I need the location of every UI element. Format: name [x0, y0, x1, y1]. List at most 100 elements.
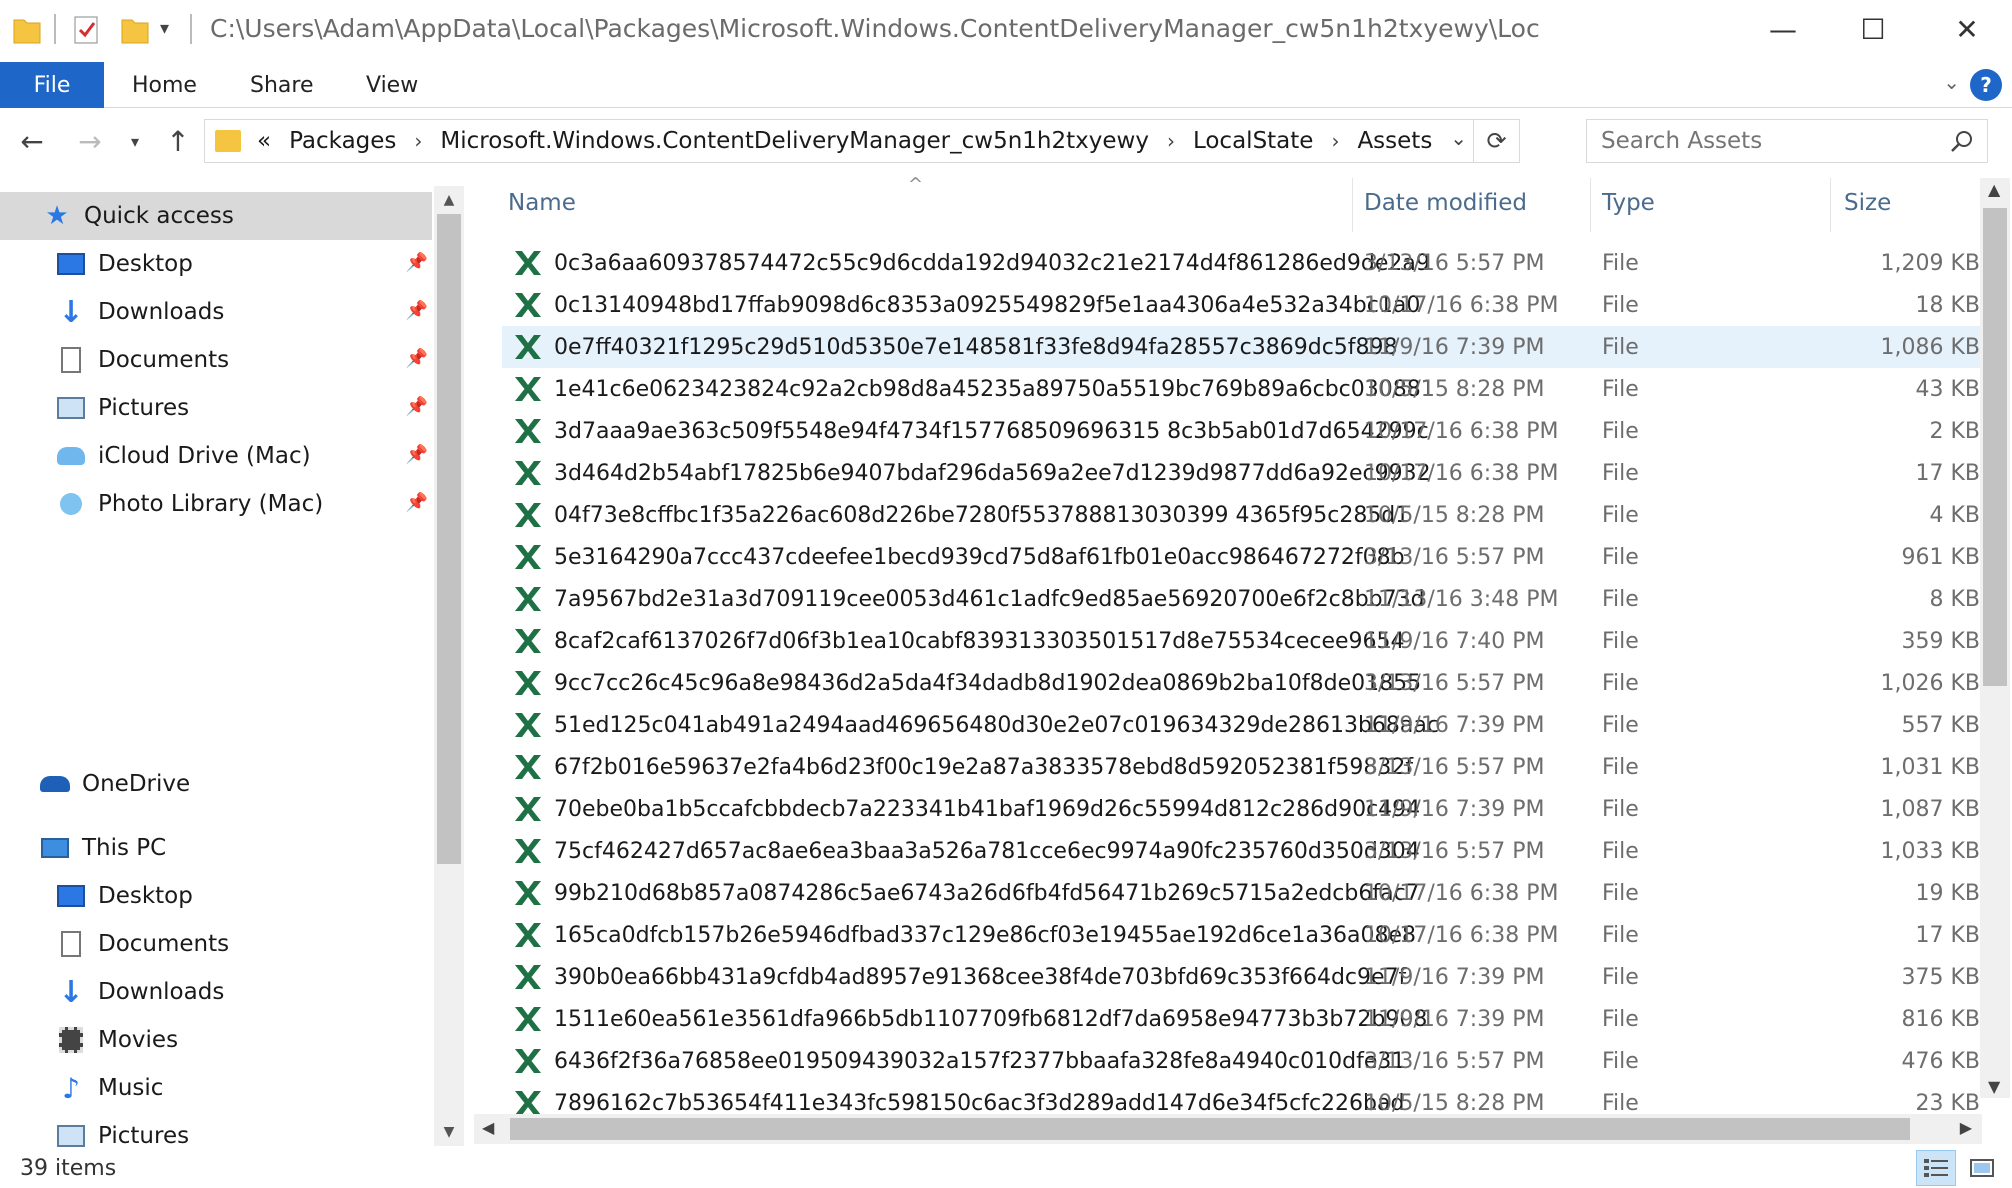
- tab-view[interactable]: View: [366, 62, 418, 108]
- scroll-down-icon[interactable]: ▼: [434, 1118, 464, 1146]
- sidebar-item-movies[interactable]: Movies: [0, 1016, 432, 1064]
- customize-toolbar-icon[interactable]: ▾: [160, 18, 169, 39]
- table-row[interactable]: 0c3a6aa609378574472c55c9d6cdda192d94032c…: [502, 242, 1980, 284]
- forward-button[interactable]: →: [70, 121, 110, 161]
- chevron-down-icon[interactable]: ⌄: [1450, 126, 1467, 150]
- file-date: 10/17/16 6:38 PM: [1364, 418, 1559, 444]
- chevron-right-icon[interactable]: ›: [414, 129, 422, 153]
- scroll-up-icon[interactable]: ▲: [434, 186, 464, 214]
- pin-icon[interactable]: 📌: [406, 396, 428, 417]
- breadcrumb-contentdelivery[interactable]: Microsoft.Windows.ContentDeliveryManager…: [440, 128, 1149, 154]
- breadcrumb-localstate[interactable]: LocalState: [1193, 128, 1314, 154]
- column-size[interactable]: Size: [1844, 190, 1891, 216]
- recent-locations-icon[interactable]: ▾: [122, 121, 148, 161]
- sidebar-item-icloud-drive[interactable]: iCloud Drive (Mac) 📌: [0, 432, 432, 480]
- table-row[interactable]: 390b0ea66bb431a9cfdb4ad8957e91368cee38f4…: [502, 956, 1980, 998]
- horizontal-scrollbar[interactable]: ◀ ▶: [474, 1114, 1982, 1144]
- sidebar-item-music[interactable]: ♪ Music: [0, 1064, 432, 1112]
- table-row[interactable]: 165ca0dfcb157b26e5946dfbad337c129e86cf03…: [502, 914, 1980, 956]
- scrollbar-thumb[interactable]: [510, 1118, 1910, 1140]
- sidebar-item-pictures[interactable]: Pictures 📌: [0, 384, 432, 432]
- pin-icon[interactable]: 📌: [406, 300, 428, 321]
- sidebar-item-documents[interactable]: Documents 📌: [0, 336, 432, 384]
- sidebar-item-photo-library[interactable]: Photo Library (Mac) 📌: [0, 480, 432, 528]
- sidebar-item-pc-documents[interactable]: Documents: [0, 920, 432, 968]
- table-row[interactable]: 04f73e8cffbc1f35a226ac608d226be7280f5537…: [502, 494, 1980, 536]
- large-icons-view-button[interactable]: [1962, 1150, 2002, 1186]
- details-view-button[interactable]: [1916, 1150, 1956, 1186]
- scrollbar-thumb[interactable]: [437, 214, 461, 864]
- sidebar-item-pc-downloads[interactable]: ↓ Downloads: [0, 968, 432, 1016]
- table-row[interactable]: 1e41c6e0623423824c92a2cb98d8a45235a89750…: [502, 368, 1980, 410]
- folder-icon[interactable]: [12, 14, 42, 46]
- breadcrumb-assets[interactable]: Assets: [1357, 128, 1432, 154]
- help-button[interactable]: ?: [1970, 69, 2002, 101]
- up-button[interactable]: ↑: [158, 121, 198, 161]
- tab-share[interactable]: Share: [250, 62, 314, 108]
- table-row[interactable]: 5e3164290a7ccc437cdeefee1becd939cd75d8af…: [502, 536, 1980, 578]
- scroll-right-icon[interactable]: ▶: [1960, 1118, 1972, 1137]
- search-box[interactable]: [1586, 119, 1988, 163]
- sidebar-item-downloads[interactable]: ↓ Downloads 📌: [0, 288, 432, 336]
- back-button[interactable]: ←: [12, 121, 52, 161]
- column-name[interactable]: Name: [508, 190, 576, 216]
- scroll-up-icon[interactable]: ▲: [1988, 180, 2000, 199]
- minimize-button[interactable]: —: [1738, 0, 1828, 58]
- column-divider[interactable]: [1590, 178, 1591, 232]
- table-row[interactable]: 9cc7cc26c45c96a8e98436d2a5da4f34dadb8d19…: [502, 662, 1980, 704]
- new-folder-icon[interactable]: [120, 14, 150, 46]
- table-row[interactable]: 3d7aaa9ae363c509f5548e94f4734f1577685096…: [502, 410, 1980, 452]
- sidebar-item-onedrive[interactable]: OneDrive: [0, 760, 432, 808]
- file-type: File: [1602, 1048, 1639, 1074]
- pin-icon[interactable]: 📌: [406, 492, 428, 513]
- expand-ribbon-icon[interactable]: ⌄: [1943, 70, 1960, 94]
- table-row[interactable]: 8caf2caf6137026f7d06f3b1ea10cabf83931330…: [502, 620, 1980, 662]
- tab-home[interactable]: Home: [132, 62, 197, 108]
- file-date: 3/13/16 5:57 PM: [1364, 670, 1545, 696]
- sidebar-item-pc-desktop[interactable]: Desktop: [0, 872, 432, 920]
- pin-icon[interactable]: 📌: [406, 252, 428, 273]
- column-divider[interactable]: [1830, 178, 1831, 232]
- table-row[interactable]: 67f2b016e59637e2fa4b6d23f00c19e2a87a3833…: [502, 746, 1980, 788]
- scroll-left-icon[interactable]: ◀: [482, 1118, 494, 1137]
- pin-icon[interactable]: 📌: [406, 444, 428, 465]
- pin-icon[interactable]: 📌: [406, 348, 428, 369]
- column-date-modified[interactable]: Date modified: [1364, 190, 1527, 216]
- table-row[interactable]: 99b210d68b857a0874286c5ae6743a26d6fb4fd5…: [502, 872, 1980, 914]
- chevron-right-icon[interactable]: ›: [1167, 129, 1175, 153]
- table-row[interactable]: 0c13140948bd17ffab9098d6c8353a0925549829…: [502, 284, 1980, 326]
- table-row[interactable]: 7a9567bd2e31a3d709119cee0053d461c1adfc9e…: [502, 578, 1980, 620]
- table-row[interactable]: 6436f2f36a76858ee019509439032a157f2377bb…: [502, 1040, 1980, 1082]
- scrollbar-thumb[interactable]: [1983, 208, 2007, 686]
- breadcrumb-overflow[interactable]: «: [257, 128, 271, 154]
- sidebar-scrollbar[interactable]: ▲ ▼: [434, 186, 464, 1146]
- table-row[interactable]: 1511e60ea561e3561dfa966b5db1107709fb6812…: [502, 998, 1980, 1040]
- table-row[interactable]: 70ebe0ba1b5ccafcbbdecb7a223341b41baf1969…: [502, 788, 1980, 830]
- folder-icon: [215, 130, 241, 152]
- sidebar-item-label: Music: [98, 1075, 164, 1101]
- search-icon[interactable]: [1949, 128, 1975, 154]
- sidebar-item-this-pc[interactable]: This PC: [0, 824, 432, 872]
- scroll-down-icon[interactable]: ▼: [1988, 1077, 2000, 1096]
- column-type[interactable]: Type: [1602, 190, 1655, 216]
- table-row[interactable]: 51ed125c041ab491a2494aad469656480d30e2e0…: [502, 704, 1980, 746]
- address-bar[interactable]: « Packages › Microsoft.Windows.ContentDe…: [204, 119, 1520, 163]
- properties-icon[interactable]: [72, 14, 102, 46]
- chevron-right-icon[interactable]: ›: [1331, 129, 1339, 153]
- table-row[interactable]: 0e7ff40321f1295c29d510d5350e7e148581f33f…: [502, 326, 1980, 368]
- refresh-icon[interactable]: ⟳: [1473, 120, 1519, 162]
- table-row[interactable]: 3d464d2b54abf17825b6e9407bdaf296da569a2e…: [502, 452, 1980, 494]
- column-divider[interactable]: [1352, 178, 1353, 232]
- search-input[interactable]: [1601, 128, 1931, 154]
- maximize-button[interactable]: ☐: [1828, 0, 1918, 58]
- tab-file[interactable]: File: [0, 62, 104, 108]
- breadcrumb-packages[interactable]: Packages: [289, 128, 396, 154]
- sidebar-item-desktop[interactable]: Desktop 📌: [0, 240, 432, 288]
- vertical-scrollbar[interactable]: ▲ ▼: [1980, 178, 2010, 1098]
- file-type: File: [1602, 838, 1639, 864]
- table-row[interactable]: 75cf462427d657ac8ae6ea3baa3a526a781cce6e…: [502, 830, 1980, 872]
- sidebar-item-quick-access[interactable]: ★ Quick access: [0, 192, 432, 240]
- file-name: 0c3a6aa609378574472c55c9d6cdda192d94032c…: [554, 250, 1430, 276]
- close-button[interactable]: ✕: [1922, 0, 2012, 58]
- file-type: File: [1602, 712, 1639, 738]
